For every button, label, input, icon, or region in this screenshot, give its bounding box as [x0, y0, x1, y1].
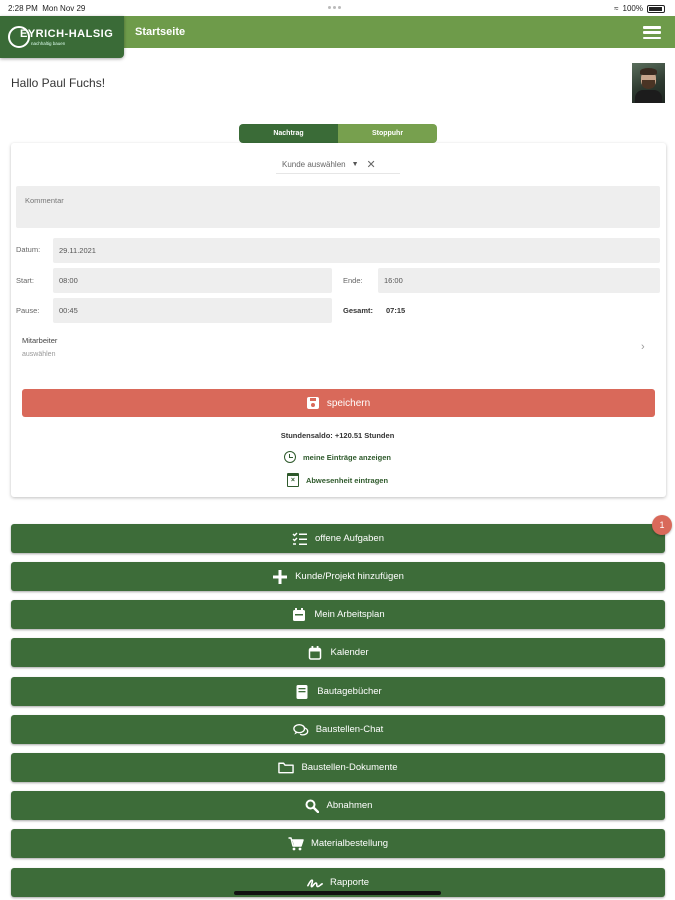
open-tasks-label: offene Aufgaben — [314, 533, 385, 544]
calendar-x-icon: × — [286, 473, 299, 487]
my-entries-label: meine Einträge anzeigen — [303, 452, 391, 462]
site-documents-button[interactable]: Baustellen-Dokumente — [11, 753, 665, 782]
user-avatar[interactable] — [632, 63, 665, 103]
cart-icon — [288, 836, 304, 851]
construction-diaries-label: Bautagebücher — [317, 686, 382, 697]
home-indicator[interactable] — [234, 891, 441, 895]
wifi-icon: ≈ — [614, 4, 619, 13]
logo-text: EYRICH-HALSIG — [20, 28, 114, 40]
customer-select-label: Kunde auswählen — [282, 160, 346, 169]
book-icon — [294, 684, 310, 699]
end-label: Ende: — [343, 276, 363, 285]
logo-subtitle: nachhaltig bauen — [31, 41, 66, 46]
total-label: Gesamt: — [343, 306, 374, 315]
site-chat-label: Baustellen-Chat — [315, 724, 384, 735]
employee-placeholder[interactable]: auswählen — [22, 351, 55, 358]
date-label: Datum: — [16, 245, 41, 254]
absence-link[interactable]: × Abwesenheit eintragen — [0, 473, 675, 487]
calendar-button[interactable]: Kalender — [11, 638, 665, 667]
caret-down-icon: ▼ — [351, 161, 359, 168]
chat-icon — [292, 723, 309, 737]
clock-icon — [284, 451, 297, 463]
clear-icon[interactable]: ✕ — [367, 158, 376, 171]
site-chat-button[interactable]: Baustellen-Chat — [11, 715, 665, 744]
open-tasks-button[interactable]: offene Aufgaben — [11, 524, 665, 553]
customer-select[interactable]: Kunde auswählen ▼ ✕ — [276, 156, 400, 174]
reports-label: Rapporte — [329, 877, 370, 888]
comment-field[interactable]: Kommentar — [16, 186, 660, 228]
pause-field[interactable]: 00:45 — [53, 298, 332, 323]
employee-label[interactable]: Mitarbeiter — [22, 336, 57, 345]
chevron-right-icon[interactable]: › — [641, 341, 645, 353]
total-value: 07:15 — [386, 306, 406, 315]
calendar-icon — [307, 645, 323, 660]
plus-icon — [272, 569, 288, 584]
hamburger-menu-icon[interactable] — [643, 26, 661, 39]
material-order-label: Materialbestellung — [310, 838, 389, 849]
greeting-text: Hallo Paul Fuchs! — [11, 76, 106, 90]
battery-icon — [647, 4, 665, 13]
construction-diaries-button[interactable]: Bautagebücher — [11, 677, 665, 706]
company-logo[interactable]: EYRICH-HALSIG nachhaltig bauen — [0, 16, 124, 58]
folder-icon — [278, 761, 295, 775]
comment-placeholder: Kommentar — [25, 196, 64, 205]
add-customer-project-button[interactable]: Kunde/Projekt hinzufügen — [11, 562, 665, 591]
status-bar: 2:28 PM Mon Nov 29 ≈ 100% — [0, 0, 675, 16]
save-button[interactable]: speichern — [22, 389, 655, 417]
calendar-label: Kalender — [330, 647, 369, 658]
acceptances-label: Abnahmen — [326, 800, 373, 811]
work-plan-button[interactable]: Mein Arbeitsplan — [11, 600, 665, 629]
hours-balance: Stundensaldo: +120.51 Stunden — [280, 431, 395, 440]
end-time-field[interactable]: 16:00 — [378, 268, 660, 293]
my-entries-link[interactable]: meine Einträge anzeigen — [0, 451, 675, 463]
status-right: ≈ 100% — [614, 4, 665, 13]
site-documents-label: Baustellen-Dokumente — [301, 762, 398, 773]
search-icon — [304, 799, 320, 813]
floppy-disk-icon — [306, 397, 319, 409]
start-time-field[interactable]: 08:00 — [53, 268, 332, 293]
work-plan-label: Mein Arbeitsplan — [314, 609, 385, 620]
tab-nachtrag[interactable]: Nachtrag — [239, 124, 338, 143]
date-field[interactable]: 29.11.2021 — [53, 238, 660, 263]
start-label: Start: — [16, 276, 34, 285]
acceptances-button[interactable]: Abnahmen — [11, 791, 665, 820]
battery-percent: 100% — [622, 4, 643, 13]
material-order-button[interactable]: Materialbestellung — [11, 829, 665, 858]
multitask-dots[interactable] — [328, 6, 344, 9]
status-time: 2:28 PM Mon Nov 29 — [8, 4, 86, 13]
page-title: Startseite — [135, 26, 186, 38]
pause-label: Pause: — [16, 306, 40, 315]
mode-toggle: Nachtrag Stoppuhr — [239, 124, 437, 143]
tab-stoppuhr[interactable]: Stoppuhr — [338, 124, 437, 143]
absence-label: Abwesenheit eintragen — [305, 475, 389, 485]
tasks-count-badge: 1 — [652, 515, 672, 535]
task-list-icon — [292, 532, 308, 546]
add-customer-project-label: Kunde/Projekt hinzufügen — [295, 571, 404, 582]
signature-icon — [307, 876, 323, 890]
save-button-label: speichern — [326, 397, 371, 409]
calendar-filled-icon — [291, 607, 307, 622]
